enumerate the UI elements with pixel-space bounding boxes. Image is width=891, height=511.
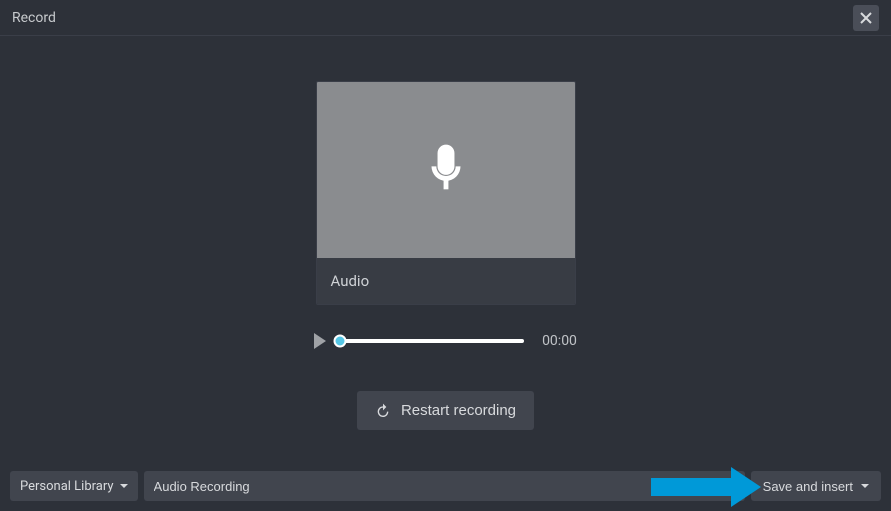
thumbnail-label: Audio xyxy=(317,258,575,304)
dialog-header: Record xyxy=(0,0,891,36)
time-display: 00:00 xyxy=(542,333,577,349)
audio-player: 00:00 xyxy=(314,333,577,349)
close-button[interactable] xyxy=(853,5,879,31)
library-dropdown[interactable]: Personal Library xyxy=(10,471,138,501)
restart-label: Restart recording xyxy=(401,402,516,419)
restart-icon xyxy=(375,403,391,419)
dialog-title: Record xyxy=(12,10,56,26)
play-button[interactable] xyxy=(314,333,326,349)
save-label: Save and insert xyxy=(763,479,853,494)
microphone-icon xyxy=(417,141,475,199)
close-icon xyxy=(859,11,873,25)
slider-thumb[interactable] xyxy=(334,335,347,348)
chevron-down-icon xyxy=(120,484,128,488)
save-and-insert-button[interactable]: Save and insert xyxy=(751,471,881,501)
chevron-down-icon xyxy=(861,484,869,488)
library-label: Personal Library xyxy=(20,479,114,494)
dialog-footer: Personal Library Save and insert xyxy=(10,471,881,501)
thumbnail-image xyxy=(317,82,575,258)
progress-slider[interactable] xyxy=(340,339,524,343)
restart-recording-button[interactable]: Restart recording xyxy=(357,391,534,430)
recording-thumbnail: Audio xyxy=(316,81,576,305)
filename-input[interactable] xyxy=(144,471,745,501)
dialog-content: Audio 00:00 Restart recording xyxy=(0,36,891,461)
